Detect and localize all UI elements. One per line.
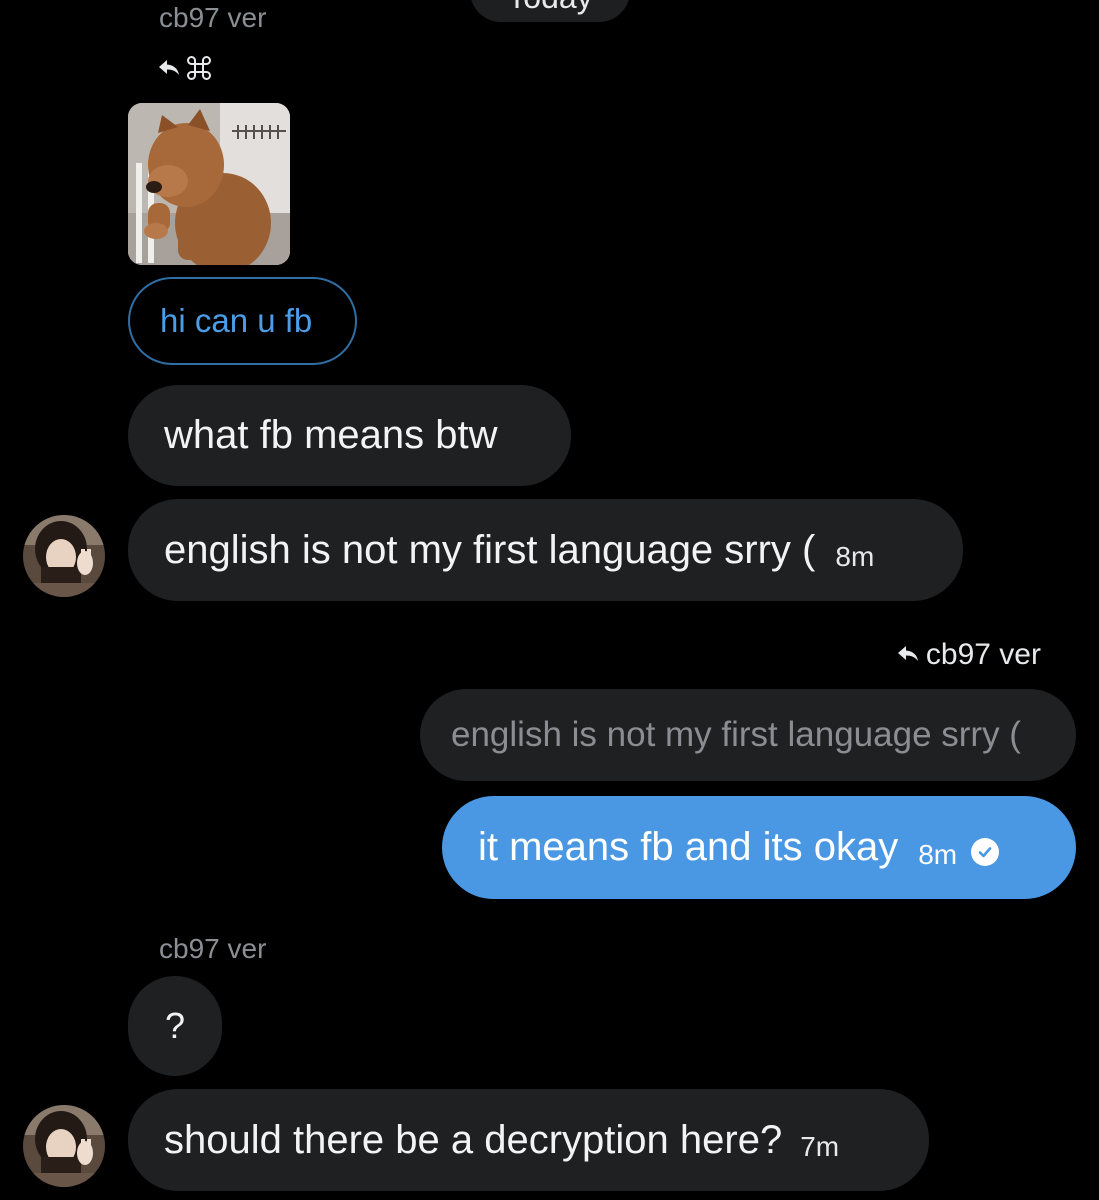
message-text: it means fb and its okay <box>478 825 899 869</box>
sender-avatar[interactable] <box>23 515 105 597</box>
sender-avatar[interactable] <box>23 1105 105 1187</box>
read-check-icon <box>971 837 1000 866</box>
outgoing-message[interactable]: it means fb and its okay 8m <box>442 796 1076 899</box>
reply-arrow-icon <box>896 638 920 672</box>
day-separator: Today <box>470 0 630 22</box>
reply-indicator <box>157 54 213 87</box>
message-text: what fb means btw <box>164 413 498 457</box>
quoted-text: english is not my first language srry ( <box>451 715 1021 754</box>
dog-photo <box>128 103 290 265</box>
reply-to-label: cb97 ver <box>159 2 267 33</box>
message-text: ? <box>164 1005 186 1046</box>
message-time: 8m <box>835 541 875 572</box>
incoming-message[interactable]: what fb means btw <box>128 385 571 486</box>
reply-to-label: cb97 ver <box>896 638 1041 672</box>
quoted-message[interactable]: english is not my first language srry ( <box>420 689 1076 781</box>
message-time: 8m <box>918 838 958 870</box>
shared-story-image[interactable] <box>128 103 290 265</box>
avatar-photo <box>23 515 105 597</box>
message-text: english is not my first language srry ( <box>164 527 816 572</box>
incoming-message[interactable]: ? <box>128 976 222 1076</box>
story-reply-bubble[interactable]: hi can u fb <box>128 277 357 365</box>
reply-arrow-icon <box>157 58 181 83</box>
message-text: should there be a decryption here? <box>164 1117 783 1162</box>
command-key-icon <box>185 54 213 87</box>
reply-to-label: cb97 ver <box>159 933 267 964</box>
reply-to-name: cb97 ver <box>925 638 1041 671</box>
avatar-photo <box>23 1105 105 1187</box>
day-separator-label: Today <box>507 0 592 16</box>
incoming-message[interactable]: should there be a decryption here? 7m <box>128 1089 929 1191</box>
message-time: 7m <box>800 1131 840 1162</box>
story-reply-text: hi can u fb <box>160 302 313 339</box>
incoming-message[interactable]: english is not my first language srry ( … <box>128 499 963 601</box>
